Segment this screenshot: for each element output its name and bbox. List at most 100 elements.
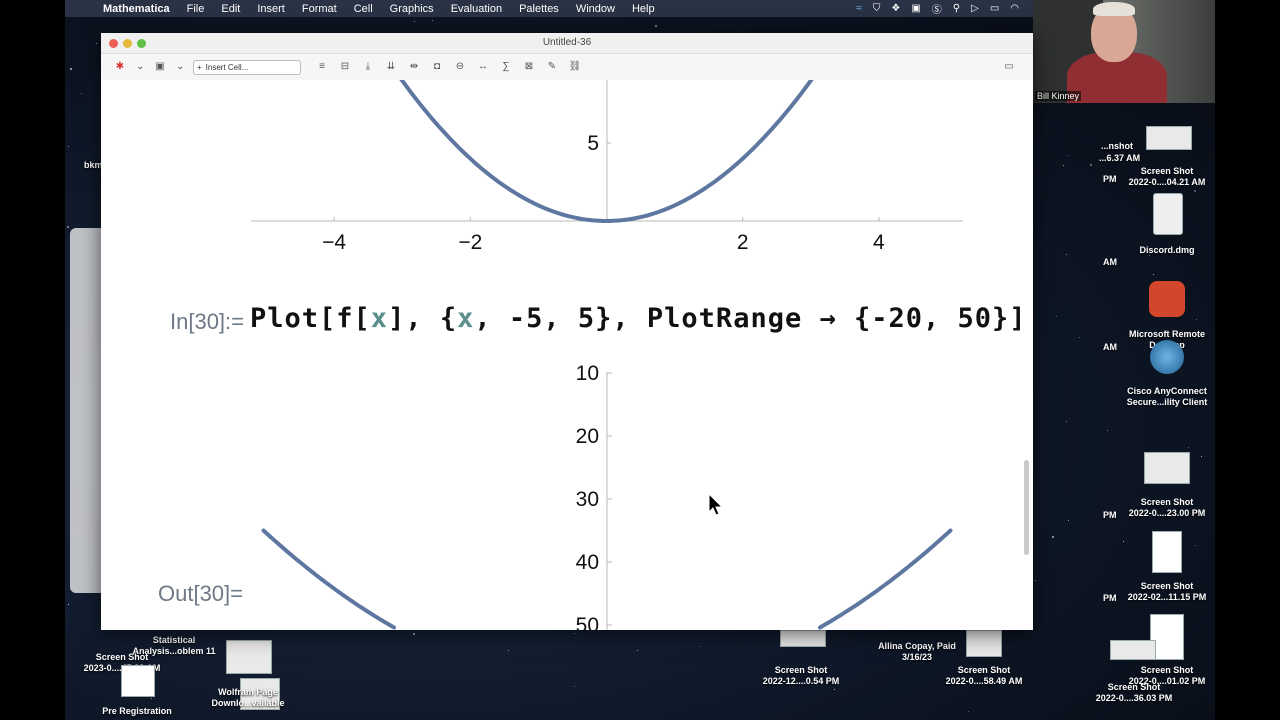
mathematica-menu-icon[interactable]: ✱ [113,60,127,74]
star [1035,580,1036,581]
star [700,646,701,647]
star [968,711,969,712]
merge-cells-icon[interactable]: ◘ [430,60,444,74]
notebook-toolbar: ✱ ⌄ ▣ ⌄ + Insert Cell... ≡ ⊟ ⤓ ⇊ ⇹ ◘ ⊖ ↔… [101,54,1033,81]
menu-insert[interactable]: Insert [257,3,285,15]
desktop-icon-screenshot-1[interactable] [1146,126,1192,150]
evaluate-cell-icon[interactable]: ⤓ [361,60,375,74]
comment-icon[interactable]: ▭ [1002,60,1016,74]
desktop-partial-label: PM [1103,174,1117,184]
desktop-icon-screenshot-b3[interactable] [966,630,1002,657]
star [1056,316,1057,317]
desktop-icon-screenshot-b4[interactable] [1110,640,1156,660]
formula-icon[interactable]: ∑ [499,60,513,74]
desktop-label-b4: Screen Shot 2022-0....36.03 PM [1095,682,1173,703]
play-status-icon[interactable]: ▷ [971,3,979,14]
x-tick-label: −4 [322,231,346,254]
insert-cell-label: Insert Cell... [205,62,249,72]
star [414,21,415,22]
vertical-scrollbar-thumb[interactable] [1024,460,1029,555]
desktop-partial-label: AM [1103,342,1117,352]
desktop-label-4: Cisco AnyConnect Secure...ility Client [1126,386,1208,407]
menu-format[interactable]: Format [302,3,337,15]
link-icon[interactable]: ⛓ [568,60,582,74]
toggle-toolbar-icon[interactable]: ≡ [315,60,329,74]
menu-evaluation[interactable]: Evaluation [451,3,502,15]
star [1066,254,1067,255]
wifi-icon[interactable]: ◠ [1010,3,1019,14]
y-tick-label: 50 [576,614,599,630]
notebook-content[interactable]: −4 −2 2 4 5 In[30]:= Plot[f[x], {x, -5, 5},… [101,80,1033,630]
binoculars-status-icon[interactable]: ⚲ [953,3,960,14]
delete-output-icon[interactable]: ⊖ [453,60,467,74]
insert-cell-dropdown[interactable]: + Insert Cell... [193,59,301,75]
star [81,93,82,94]
dropbox-status-icon[interactable]: ❖ [891,3,900,14]
parabola-plot-1: −4 −2 2 4 5 [251,80,963,254]
menu-file[interactable]: File [187,3,205,15]
evaluate-notebook-icon[interactable]: ⇊ [384,60,398,74]
star [1188,447,1189,448]
code-part: ], { [388,303,458,334]
wave-status-icon[interactable]: ≈ [856,3,862,14]
divide-cell-icon[interactable]: ⇹ [407,60,421,74]
star [1201,456,1202,457]
desktop-partial-label: ...6.37 AM [1099,153,1141,163]
code-part: , -5, 5}, PlotRange → {-20, 50}] [474,303,1027,334]
desktop-icon-screenshot-2[interactable] [1144,452,1190,484]
window-title: Untitled-36 [542,37,592,48]
star [1194,190,1196,192]
menu-palettes[interactable]: Palettes [519,3,559,15]
star [1079,337,1080,338]
mouse-cursor-icon [708,493,724,516]
desktop-icon-screenshot-l1[interactable] [226,640,272,674]
desktop-label-b2: Allina Copay, Paid 3/16/23 [878,641,956,662]
star [574,633,575,634]
variable-icon[interactable]: ⊠ [522,60,536,74]
y-tick-label: 30 [576,488,599,511]
menu-cell[interactable]: Cell [354,3,373,15]
star [1066,421,1067,422]
desktop-icon-screenshot-b1[interactable] [780,630,826,647]
menu-app-name[interactable]: Mathematica [103,3,170,15]
star [413,633,415,635]
star [96,43,97,44]
input-cell-code[interactable]: Plot[f[x], {x, -5, 5}, PlotRange → {-20,… [250,303,1027,334]
cisco-anyconnect-icon[interactable] [1150,340,1184,374]
microsoft-remote-desktop-icon[interactable] [1149,281,1185,317]
menu-graphics[interactable]: Graphics [390,3,434,15]
desktop-partial-label: AM [1103,257,1117,267]
chevron-down-icon[interactable]: ⌄ [136,60,144,74]
screen-status-icon[interactable]: ▣ [911,3,920,14]
x-tick-label: 4 [873,231,885,254]
chevron-down-icon[interactable]: ⌄ [176,60,184,74]
desktop-label-l3: Wolfram Page Downlo...vailable [211,687,285,708]
pen-icon[interactable]: ✎ [545,60,559,74]
y-tick-label: 10 [576,362,599,385]
width-icon[interactable]: ↔ [476,60,490,74]
shield-status-icon[interactable]: ⛉ [873,3,881,14]
star [574,686,575,687]
macos-menu-bar: Mathematica File Edit Insert Format Cell… [65,0,1035,17]
menu-edit[interactable]: Edit [221,3,240,15]
star [637,650,638,651]
battery-icon[interactable]: ▭ [990,3,999,14]
star [655,25,657,27]
code-variable: x [457,303,475,334]
star [432,20,433,21]
group-cells-icon[interactable]: ⊟ [338,60,352,74]
desktop-icon-discord[interactable] [1153,193,1183,235]
desktop-label-2: Discord.dmg [1139,245,1195,255]
star [1068,520,1069,521]
menu-window[interactable]: Window [576,3,615,15]
s-status-icon[interactable]: Ⓢ [932,1,942,16]
desktop-label-b1: Screen Shot 2022-12....0.54 PM [762,665,840,686]
output-cell-label: Out[30]= [158,581,244,606]
star [68,604,69,605]
desktop-icon-screenshot-3[interactable] [1152,531,1182,573]
star [151,698,152,699]
menu-help[interactable]: Help [632,3,655,15]
cell-style-icon[interactable]: ▣ [153,60,167,74]
desktop-icon-document-l[interactable] [121,665,155,697]
y-tick-label: 5 [587,132,599,155]
